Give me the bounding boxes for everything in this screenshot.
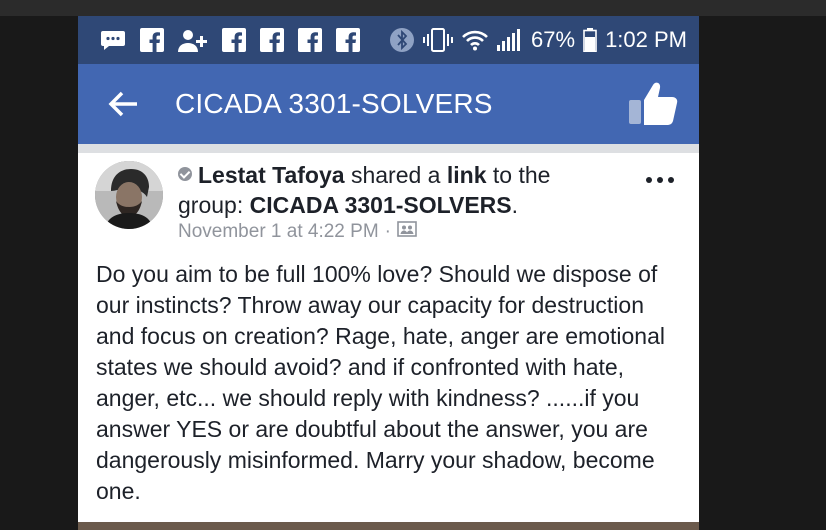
post-meta: November 1 at 4:22 PM · [178,221,417,243]
dot [646,177,652,183]
battery-percent: 67% [531,27,576,52]
desktop-top-strip [0,0,826,16]
clock: 1:02 PM [605,27,687,52]
post-card: Lestat Tafoya shared a link to the group… [78,153,699,530]
phone-screen: 67% 1:02 PM CICADA 3301-SOLVERS Lestat T… [78,16,699,530]
author-name[interactable]: Lestat Tafoya [198,162,345,188]
post-image-preview[interactable] [78,522,699,530]
back-arrow-icon [108,91,137,117]
group-audience-icon [397,221,417,243]
group-prefix-text: group: [178,192,244,218]
post-body-text: Do you aim to be full 100% love? Should … [96,261,665,504]
status-bar: 67% 1:02 PM [78,16,699,64]
facebook-icon [336,28,360,52]
dot [657,177,663,183]
app-bar: CICADA 3301-SOLVERS [78,64,699,144]
post-header: Lestat Tafoya shared a link to the group… [178,160,578,220]
wifi-icon [461,29,489,51]
system-tray: 67% 1:02 PM [389,27,699,53]
section-divider [78,144,699,153]
post-timestamp[interactable]: November 1 at 4:22 PM [178,221,379,243]
thumbs-up-icon [629,82,678,125]
group-name-link[interactable]: CICADA 3301-SOLVERS [250,192,512,218]
messenger-icon [100,29,126,51]
more-options-button[interactable] [646,173,676,187]
meta-separator: · [384,221,391,242]
notification-icons [78,28,360,52]
to-the-text: to the [492,162,551,188]
signal-icon [497,28,523,52]
back-button[interactable] [108,90,140,118]
avatar[interactable] [95,161,163,229]
facebook-icon [140,28,164,52]
period: . [511,192,519,218]
facebook-icon [260,28,284,52]
page-title: CICADA 3301-SOLVERS [175,88,493,119]
shared-a-text: shared a [350,162,441,188]
link-text[interactable]: link [447,162,487,188]
dot [668,177,674,183]
battery-icon [583,28,597,52]
verified-badge-icon [178,167,192,181]
bluetooth-icon [389,27,415,53]
add-friend-icon [178,28,208,52]
facebook-icon [298,28,322,52]
facebook-icon [222,28,246,52]
like-button[interactable] [627,80,679,126]
vibrate-icon [423,28,454,52]
